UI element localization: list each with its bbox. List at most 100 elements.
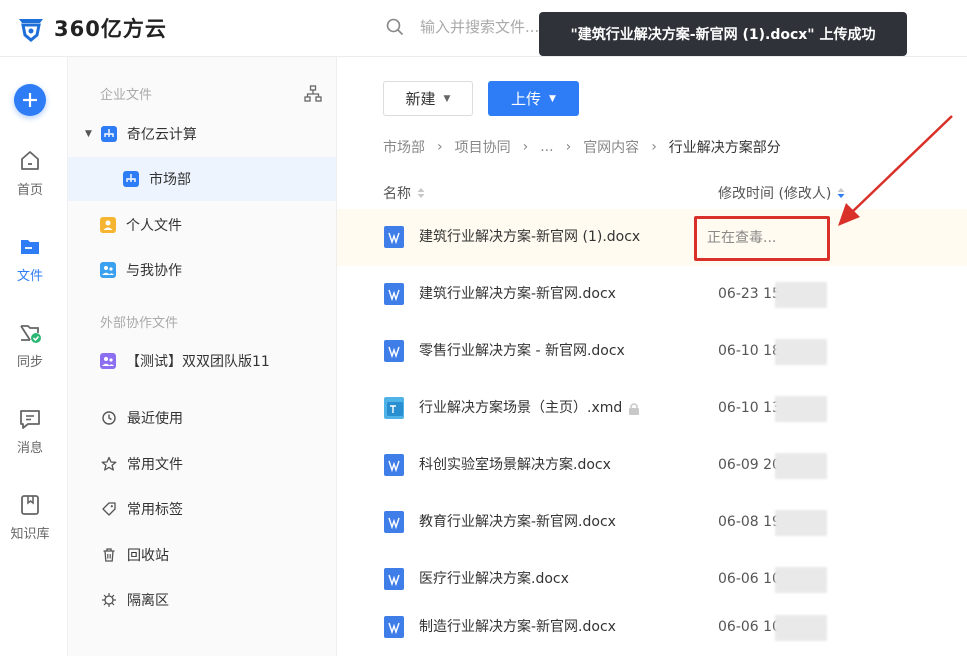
home-icon bbox=[21, 151, 39, 170]
rail-label: 首页 bbox=[16, 183, 43, 198]
tree-item-org[interactable]: ▼ 奇亿云计算 bbox=[68, 112, 336, 156]
clock-icon bbox=[102, 411, 116, 425]
caret-down-icon: ▼ bbox=[443, 93, 451, 104]
tree-item-label: 个人文件 bbox=[126, 218, 182, 234]
external-files-title: 外部协作文件 bbox=[100, 316, 179, 331]
department-icon bbox=[123, 171, 139, 187]
rail-item-messages[interactable]: 消息 bbox=[0, 407, 60, 456]
tree-item-trash[interactable]: 回收站 bbox=[68, 533, 336, 577]
folder-icon bbox=[21, 240, 39, 254]
file-row[interactable]: 教育行业解决方案-新官网.docx 06-08 19:1 bbox=[337, 494, 967, 551]
breadcrumb-item[interactable]: 项目协同 bbox=[455, 137, 511, 157]
word-doc-icon bbox=[384, 616, 404, 638]
rail-item-home[interactable]: 首页 bbox=[0, 149, 60, 198]
virus-icon bbox=[102, 593, 116, 607]
word-doc-icon bbox=[384, 568, 404, 590]
redacted-modifier bbox=[775, 567, 827, 593]
word-doc-icon bbox=[384, 226, 404, 248]
file-list-panel: 新建 ▼ 上传 ▼ 市场部 › 项目协同 › ... › 官网内容 › 行业解决… bbox=[337, 57, 967, 656]
team-icon bbox=[100, 353, 116, 369]
breadcrumb-item[interactable]: 官网内容 bbox=[583, 137, 639, 157]
org-chart-icon[interactable] bbox=[304, 85, 322, 103]
tree-item-personal[interactable]: 个人文件 bbox=[68, 203, 336, 247]
tree-item-label: 市场部 bbox=[149, 172, 191, 188]
tree-item-label: 【测试】双双团队版11 bbox=[126, 354, 270, 370]
file-row[interactable]: 零售行业解决方案 - 新官网.docx 06-10 18: bbox=[337, 323, 967, 380]
upload-button[interactable]: 上传 ▼ bbox=[488, 81, 579, 116]
tag-icon bbox=[102, 502, 116, 516]
personal-files-icon bbox=[100, 217, 116, 233]
file-row[interactable]: 科创实验室场景解决方案.docx 06-09 20: bbox=[337, 437, 967, 494]
new-button-label: 新建 bbox=[405, 90, 436, 108]
tree-item-dept[interactable]: 市场部 bbox=[68, 157, 336, 201]
tree-item-team[interactable]: 【测试】双双团队版11 bbox=[68, 339, 336, 383]
tree-item-favorites[interactable]: 常用文件 bbox=[68, 442, 336, 486]
file-row[interactable]: 建筑行业解决方案-新官网.docx 06-23 15:0 bbox=[337, 266, 967, 323]
rail-label: 文件 bbox=[16, 269, 43, 284]
file-name[interactable]: 建筑行业解决方案-新官网 (1).docx bbox=[419, 209, 640, 266]
chevron-right-icon: › bbox=[565, 139, 572, 155]
column-label: 名称 bbox=[383, 186, 411, 202]
rail-label: 同步 bbox=[16, 355, 43, 370]
rail-item-sync[interactable]: 同步 bbox=[0, 321, 60, 370]
tree-item-shared[interactable]: 与我协作 bbox=[68, 248, 336, 292]
redacted-modifier bbox=[775, 510, 827, 536]
file-row[interactable]: 制造行业解决方案-新官网.docx 06-06 10: bbox=[337, 599, 967, 656]
caret-down-icon: ▼ bbox=[549, 93, 556, 104]
lock-icon bbox=[629, 403, 639, 415]
knowledge-icon bbox=[21, 495, 39, 515]
org-icon bbox=[100, 126, 117, 142]
tree-item-label: 常用标签 bbox=[127, 502, 183, 518]
new-button[interactable]: 新建 ▼ bbox=[383, 81, 473, 116]
word-doc-icon bbox=[384, 340, 404, 362]
upload-success-toast: "建筑行业解决方案-新官网 (1).docx" 上传成功 bbox=[539, 12, 907, 56]
chevron-right-icon: › bbox=[437, 139, 443, 155]
sort-icon bbox=[837, 188, 845, 198]
file-name[interactable]: 制造行业解决方案-新官网.docx bbox=[419, 599, 616, 656]
star-icon bbox=[101, 456, 117, 471]
breadcrumb-current: 行业解决方案部分 bbox=[668, 140, 781, 156]
file-name[interactable]: 行业解决方案场景（主页）.xmd bbox=[419, 380, 622, 437]
trash-icon bbox=[103, 548, 115, 562]
redacted-modifier bbox=[775, 615, 827, 641]
logo[interactable]: 360亿方云 bbox=[16, 12, 167, 44]
logo-icon bbox=[19, 19, 43, 42]
file-name[interactable]: 建筑行业解决方案-新官网.docx bbox=[419, 266, 616, 323]
xmd-doc-icon bbox=[384, 397, 404, 419]
breadcrumb-item[interactable]: ... bbox=[540, 139, 553, 155]
tree-item-recent[interactable]: 最近使用 bbox=[68, 396, 336, 440]
expand-arrow-icon[interactable]: ▼ bbox=[85, 129, 92, 139]
rail-item-knowledge[interactable]: 知识库 bbox=[0, 493, 60, 542]
column-label: 修改时间 (修改人) bbox=[718, 186, 832, 202]
file-row[interactable]: 行业解决方案场景（主页）.xmd 06-10 13: bbox=[337, 380, 967, 437]
tree-item-tags[interactable]: 常用标签 bbox=[68, 487, 336, 531]
column-header-modified[interactable]: 修改时间 (修改人) bbox=[718, 183, 846, 203]
file-row[interactable]: 建筑行业解决方案-新官网 (1).docx bbox=[337, 209, 967, 266]
add-button[interactable] bbox=[14, 84, 46, 116]
rail-label: 消息 bbox=[16, 441, 43, 456]
sync-folder-icon bbox=[20, 325, 41, 343]
chevron-right-icon: › bbox=[651, 139, 657, 155]
tree-item-quarantine[interactable]: 隔离区 bbox=[68, 578, 336, 622]
chevron-right-icon: › bbox=[522, 139, 529, 155]
redacted-modifier bbox=[775, 453, 827, 479]
redacted-modifier bbox=[775, 282, 827, 308]
breadcrumb-item[interactable]: 市场部 bbox=[383, 137, 425, 157]
file-name[interactable]: 教育行业解决方案-新官网.docx bbox=[419, 494, 616, 551]
tree-item-label: 回收站 bbox=[127, 548, 169, 564]
search-input[interactable]: 输入并搜索文件... bbox=[420, 16, 539, 37]
file-name[interactable]: 科创实验室场景解决方案.docx bbox=[419, 437, 611, 494]
upload-button-label: 上传 bbox=[511, 90, 542, 108]
breadcrumb: 市场部 › 项目协同 › ... › 官网内容 › 行业解决方案部分 bbox=[383, 137, 781, 157]
tree-item-label: 与我协作 bbox=[126, 263, 182, 279]
nav-rail: 首页 文件 同步 消息 知识库 bbox=[0, 57, 68, 656]
file-name[interactable]: 零售行业解决方案 - 新官网.docx bbox=[419, 323, 625, 380]
tree-item-label: 隔离区 bbox=[127, 593, 169, 609]
word-doc-icon bbox=[384, 511, 404, 533]
search-icon[interactable] bbox=[386, 18, 404, 36]
rail-item-files[interactable]: 文件 bbox=[0, 235, 60, 284]
tree-item-label: 最近使用 bbox=[127, 411, 183, 427]
search-bar[interactable]: 输入并搜索文件... bbox=[386, 16, 539, 37]
column-header-name[interactable]: 名称 bbox=[383, 183, 426, 203]
word-doc-icon bbox=[384, 454, 404, 476]
